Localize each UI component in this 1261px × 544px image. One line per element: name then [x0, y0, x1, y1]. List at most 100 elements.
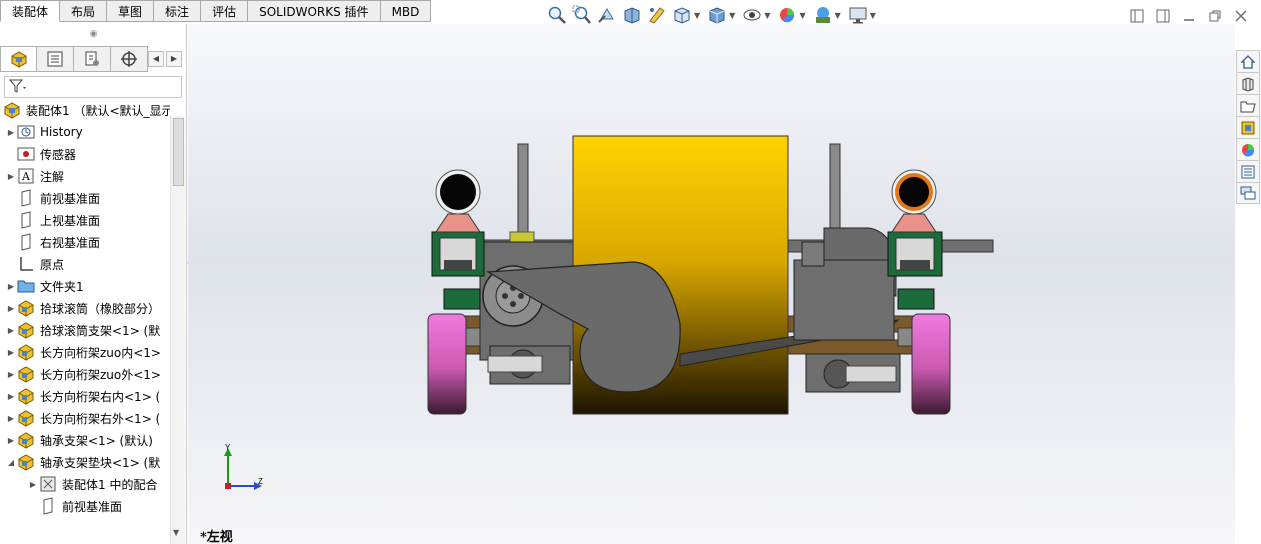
dynamic-annotation-icon[interactable] [646, 5, 668, 25]
view-name-label: *左视 [200, 530, 233, 544]
previous-view-icon[interactable] [596, 5, 618, 25]
expand-arrow-icon[interactable]: ▶ [6, 172, 16, 181]
collapse-arrow-icon[interactable]: ◢ [6, 458, 16, 467]
tree-item-label: 长方向桁架zuo内<1> [40, 345, 161, 360]
tree-item[interactable]: 原点 [6, 253, 64, 275]
view-settings-dropdown-icon[interactable]: ▼ [870, 11, 876, 20]
expand-arrow-icon[interactable]: ▶ [6, 414, 16, 423]
tree-filter[interactable] [4, 76, 182, 98]
tab-solidworks-addins[interactable]: SOLIDWORKS 插件 [248, 0, 381, 22]
scroll-right-icon[interactable]: ▶ [166, 51, 182, 67]
expand-arrow-icon[interactable]: ▶ [6, 392, 16, 401]
design-library-icon[interactable] [1236, 72, 1260, 94]
expand-arrow-icon[interactable]: ▶ [6, 348, 16, 357]
tree-root-assembly[interactable]: 装配体1 （默认<默认_显示 [2, 99, 170, 121]
history-icon [16, 123, 36, 141]
feature-tree: 装配体1 （默认<默认_显示 ▶ History 传感器 ▶ A 注解 前视基准面 上视基准面… [0, 99, 170, 544]
tree-item[interactable]: ◢ 轴承支架垫块<1> (默 [6, 451, 160, 473]
tree-item[interactable]: 右视基准面 [6, 231, 100, 253]
appearances-icon[interactable] [1236, 138, 1260, 160]
tree-item[interactable]: ▶ 拾球滚筒（橡胶部分） [6, 297, 160, 319]
tree-item-label: 拾球滚筒支架<1> (默 [40, 323, 161, 338]
restore-icon[interactable] [1202, 6, 1228, 26]
expand-arrow-icon[interactable]: ▶ [6, 436, 16, 445]
left-post-cap [509, 231, 535, 243]
view-settings-icon[interactable] [847, 5, 869, 25]
expand-arrow-icon[interactable]: ▶ [6, 326, 16, 335]
forum-icon[interactable] [1236, 182, 1260, 204]
expand-arrow-icon[interactable]: ▶ [28, 480, 38, 489]
hide-show-dropdown-icon[interactable]: ▼ [764, 11, 770, 20]
tab-mbd[interactable]: MBD [380, 0, 432, 22]
view-orientation-dropdown-icon[interactable]: ▼ [694, 11, 700, 20]
part-icon [16, 299, 36, 317]
plane-icon [16, 189, 36, 207]
view-palette-icon[interactable] [1236, 116, 1260, 138]
edit-appearance-icon[interactable] [776, 5, 798, 25]
triad-y-label: Y [225, 443, 231, 452]
tree-item[interactable]: 前视基准面 [6, 187, 100, 209]
task-pane [1236, 50, 1261, 204]
tree-item[interactable]: ▶ 长方向桁架右外<1> ( [6, 407, 160, 429]
expand-arrow-icon[interactable]: ▶ [6, 282, 16, 291]
apply-scene-icon[interactable] [812, 5, 834, 25]
close-icon[interactable] [1228, 6, 1254, 26]
robot-model-left-view[interactable] [188, 24, 1235, 544]
custom-properties-icon[interactable] [1236, 160, 1260, 182]
tree-scrollbar-thumb[interactable] [173, 118, 184, 186]
tab-sketch[interactable]: 草图 [107, 0, 155, 22]
display-style-icon[interactable] [706, 5, 728, 25]
expand-arrow-icon[interactable]: ▶ [6, 370, 16, 379]
tab-assembly[interactable]: 装配体 [0, 0, 61, 22]
configuration-manager-tab[interactable] [74, 46, 111, 72]
minimize-icon[interactable] [1176, 6, 1202, 26]
svg-text:A: A [21, 170, 31, 183]
tree-item-label: 传感器 [40, 147, 77, 162]
apply-scene-dropdown-icon[interactable]: ▼ [835, 11, 841, 20]
scroll-left-icon[interactable]: ◀ [148, 51, 164, 67]
tree-item[interactable]: ▶ 长方向桁架zuo内<1> [6, 341, 161, 363]
tree-item[interactable]: 前视基准面 [28, 495, 122, 517]
tree-item[interactable]: ▶ 装配体1 中的配合 [28, 473, 157, 495]
expand-arrow-icon[interactable]: ▶ [6, 128, 16, 137]
section-view-icon[interactable] [621, 5, 643, 25]
tab-layout[interactable]: 布局 [60, 0, 108, 22]
hide-show-icon[interactable] [741, 5, 763, 25]
panel-grip-icon[interactable]: ◉ [0, 24, 187, 44]
dimxpert-manager-tab[interactable] [111, 46, 148, 72]
tree-item[interactable]: ▶ History [6, 121, 83, 143]
tab-evaluate[interactable]: 评估 [201, 0, 249, 22]
tab-markup[interactable]: 标注 [154, 0, 202, 22]
tile-right-icon[interactable] [1150, 6, 1176, 26]
expand-arrow-icon[interactable]: ▶ [6, 304, 16, 313]
feature-manager-panel: ◉ ◀ ▶ 装配体1 （默认<默认_显示 ▶ History 传感器 ▶ A 注解 前视基准 [0, 24, 187, 544]
tile-left-icon[interactable] [1124, 6, 1150, 26]
tree-item[interactable]: ▶ 拾球滚筒支架<1> (默 [6, 319, 160, 341]
view-orientation-icon[interactable] [671, 5, 693, 25]
tree-item[interactable]: ▶ 轴承支架<1> (默认) [6, 429, 153, 451]
tree-scrollbar[interactable]: ▼ [170, 116, 185, 544]
left-lower-bracket [443, 288, 481, 310]
part-icon [16, 409, 36, 427]
zoom-to-area-icon[interactable] [571, 5, 593, 25]
file-explorer-icon[interactable] [1236, 94, 1260, 116]
annotation-icon: A [16, 167, 36, 185]
home-icon[interactable] [1236, 50, 1260, 72]
zoom-to-fit-icon[interactable] [546, 5, 568, 25]
tree-item-label: 长方向桁架zuo外<1> [40, 367, 161, 382]
tree-item[interactable]: 传感器 [6, 143, 76, 165]
tree-item[interactable]: ▶ 长方向桁架zuo外<1> [6, 363, 161, 385]
property-manager-tab[interactable] [37, 46, 74, 72]
edit-appearance-dropdown-icon[interactable]: ▼ [799, 11, 805, 20]
tree-item[interactable]: ▶ 长方向桁架右内<1> ( [6, 385, 160, 407]
tree-item[interactable]: ▶ A 注解 [6, 165, 64, 187]
triad-z-label: Z [258, 477, 263, 486]
display-style-dropdown-icon[interactable]: ▼ [729, 11, 735, 20]
tree-item[interactable]: 上视基准面 [6, 209, 100, 231]
scroll-down-icon[interactable]: ▼ [173, 528, 179, 537]
graphics-area[interactable]: Y Z *左视 [188, 24, 1235, 544]
tree-item[interactable]: ▶ 文件夹1 [6, 275, 84, 297]
panel-tabs [0, 46, 148, 74]
sensor-icon [16, 145, 36, 163]
feature-manager-tab[interactable] [0, 46, 37, 72]
